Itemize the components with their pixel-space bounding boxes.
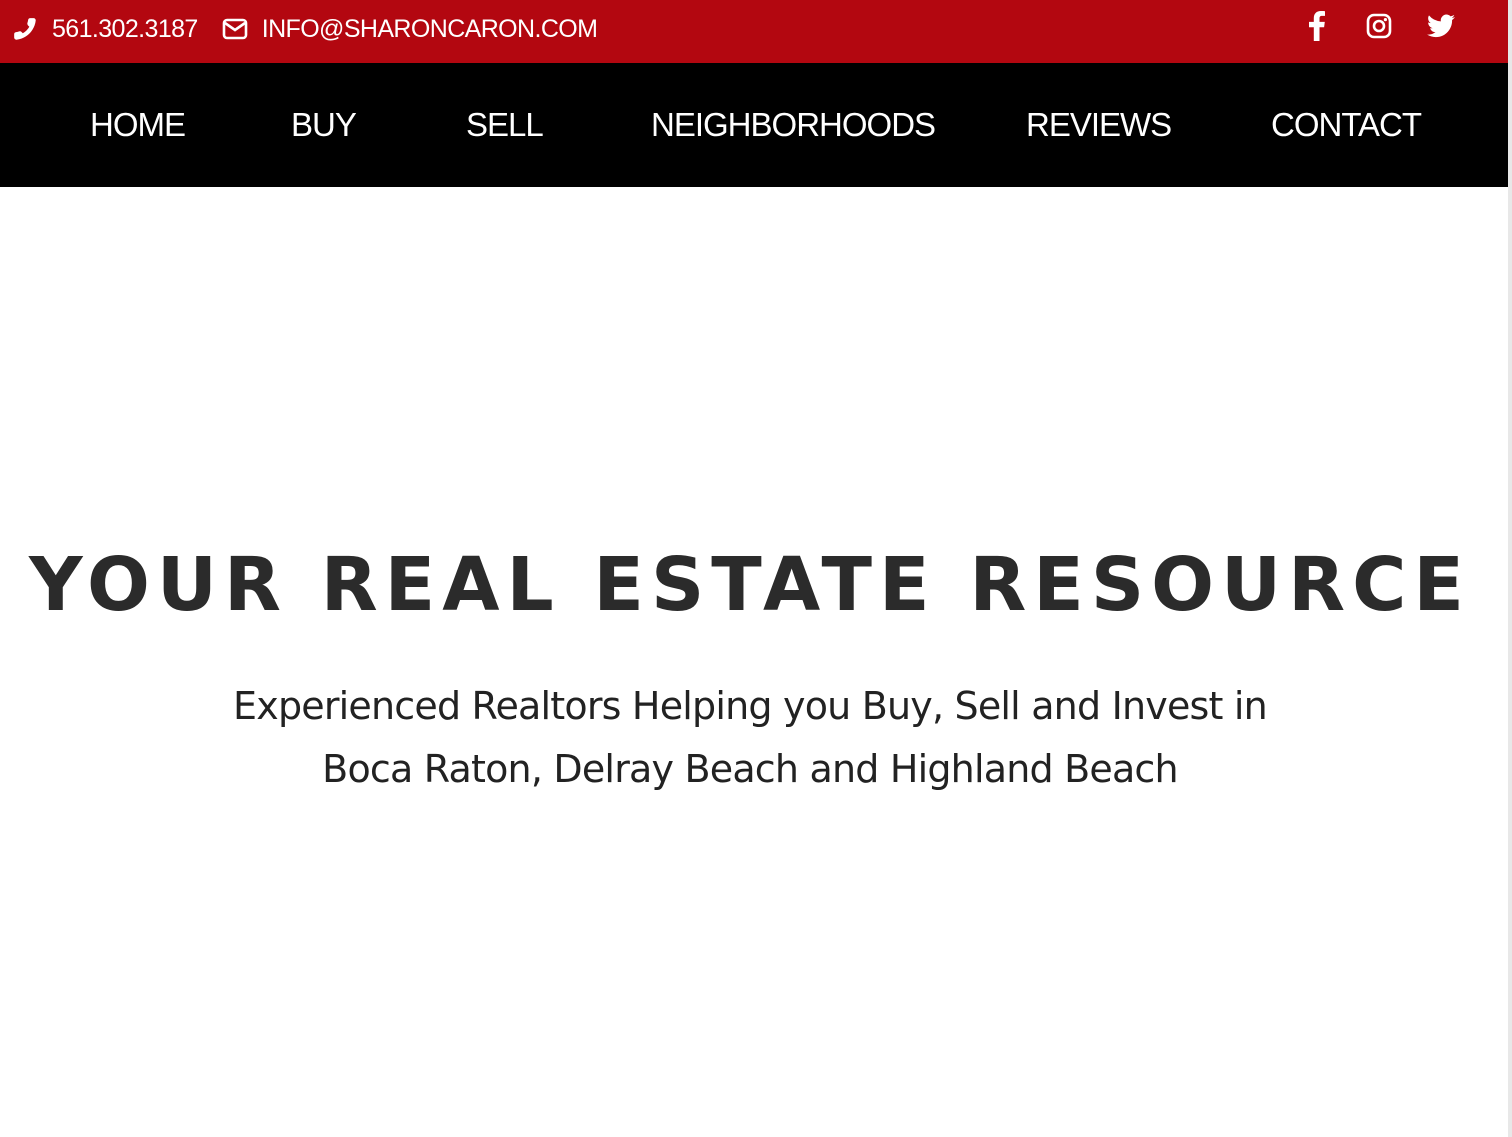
- instagram-icon: [1366, 13, 1392, 44]
- facebook-link[interactable]: [1302, 10, 1332, 46]
- envelope-icon: [222, 18, 248, 40]
- phone-icon: [12, 16, 38, 42]
- nav-link-reviews[interactable]: REVIEWS: [1026, 106, 1172, 144]
- page: 561.302.3187 INFO@SHARONCARON.COM HOME B…: [0, 0, 1512, 1137]
- phone-link[interactable]: 561.302.3187: [12, 15, 198, 44]
- top-contact-bar: 561.302.3187 INFO@SHARONCARON.COM: [0, 0, 1508, 63]
- nav-item-reviews: REVIEWS: [1026, 63, 1172, 187]
- hero-subtitle-line-1: Experienced Realtors Helping you Buy, Se…: [233, 684, 1268, 728]
- main-navigation: HOME BUY SELL NEIGHBORHOODS REVIEWS CONT…: [0, 63, 1508, 187]
- nav-item-contact: CONTACT: [1271, 63, 1422, 187]
- nav-item-buy: BUY: [291, 63, 357, 187]
- hero-section: YOUR REAL ESTATE RESOURCE Experienced Re…: [0, 187, 1508, 1137]
- social-links: [1302, 0, 1456, 56]
- phone-number: 561.302.3187: [52, 14, 198, 43]
- nav-item-sell: SELL: [466, 63, 544, 187]
- nav-link-home[interactable]: HOME: [90, 106, 186, 144]
- email-link[interactable]: INFO@SHARONCARON.COM: [222, 15, 598, 44]
- nav-item-neighborhoods: NEIGHBORHOODS: [651, 63, 936, 187]
- twitter-icon: [1427, 13, 1455, 43]
- nav-item-home: HOME: [90, 63, 186, 187]
- hero-title: YOUR REAL ESTATE RESOURCE: [29, 542, 1471, 628]
- instagram-link[interactable]: [1364, 13, 1394, 43]
- twitter-link[interactable]: [1426, 13, 1456, 43]
- nav-link-buy[interactable]: BUY: [291, 106, 357, 144]
- nav-link-neighborhoods[interactable]: NEIGHBORHOODS: [651, 106, 936, 144]
- nav-link-sell[interactable]: SELL: [466, 106, 544, 144]
- nav-link-contact[interactable]: CONTACT: [1271, 106, 1422, 144]
- contact-info: 561.302.3187 INFO@SHARONCARON.COM: [12, 0, 598, 58]
- hero-subtitle-line-2: Boca Raton, Delray Beach and Highland Be…: [322, 747, 1178, 791]
- facebook-icon: [1309, 10, 1325, 46]
- window-edge-scrollbar[interactable]: [1508, 0, 1512, 1137]
- email-address: INFO@SHARONCARON.COM: [261, 14, 598, 43]
